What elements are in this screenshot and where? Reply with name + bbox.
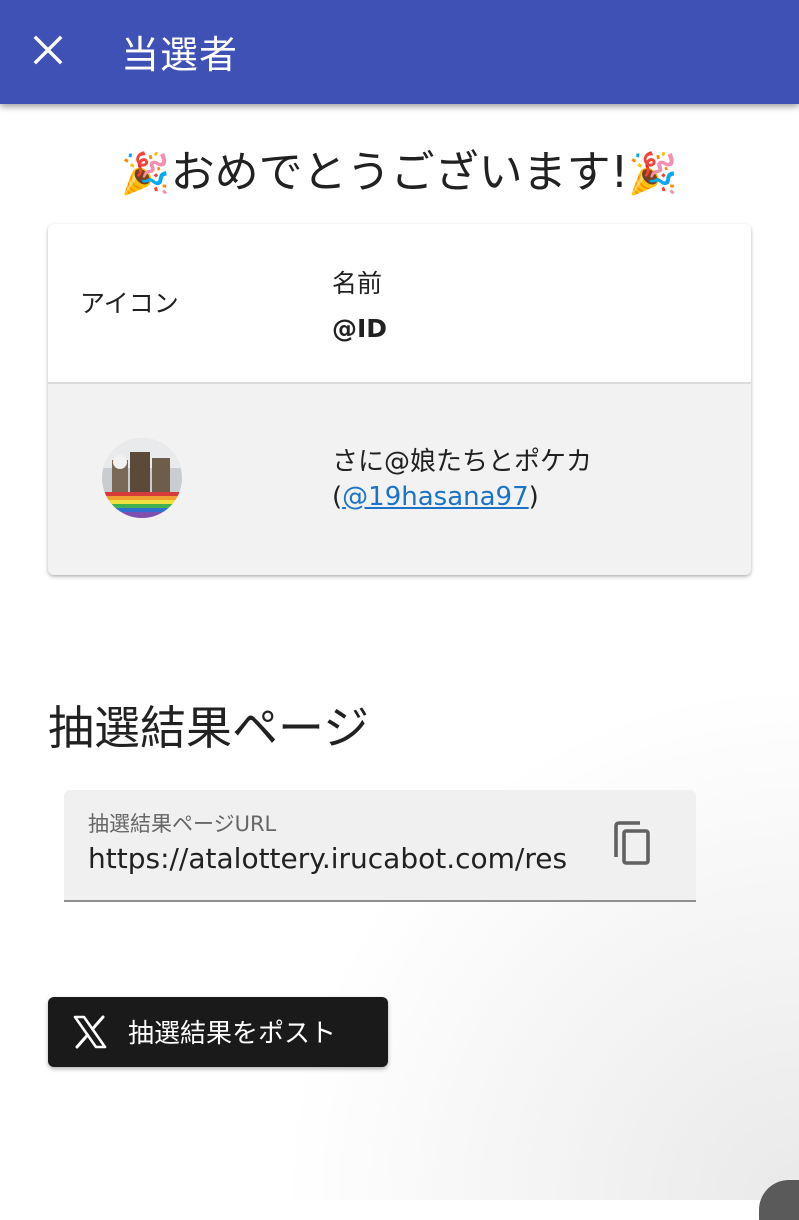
page-title: 当選者 xyxy=(121,33,239,77)
background-shade xyxy=(279,680,799,1200)
winner-id-link[interactable]: @19hasana97 xyxy=(342,482,528,512)
id-open-paren: ( xyxy=(332,482,343,512)
url-field-label: 抽選結果ページURL xyxy=(88,812,277,836)
close-button[interactable] xyxy=(20,22,76,78)
party-popper-icon: 🎉 xyxy=(120,151,171,197)
header-icon-column: アイコン xyxy=(80,289,179,318)
header-name-column: 名前 xyxy=(332,269,383,298)
result-url-field[interactable]: 抽選結果ページURL https://atalottery.irucabot.c… xyxy=(64,790,696,902)
app-bar: 当選者 xyxy=(0,0,799,104)
header-id-column: @ID xyxy=(332,314,388,343)
copy-button[interactable] xyxy=(608,818,656,870)
background-corner xyxy=(759,1180,799,1220)
post-button-label: 抽選結果をポスト xyxy=(128,1019,337,1049)
x-logo-icon xyxy=(73,1015,107,1049)
congrats-heading: 🎉おめでとうございます!🎉 xyxy=(0,140,799,207)
table-row: さに@娘たちとポケカ (@19hasana97) xyxy=(48,384,751,575)
post-result-button[interactable]: 抽選結果をポスト xyxy=(48,997,388,1067)
winner-name: さに@娘たちとポケカ xyxy=(332,447,593,477)
copy-icon xyxy=(614,821,650,865)
table-header: アイコン 名前 @ID xyxy=(48,224,751,384)
close-icon xyxy=(33,35,63,65)
party-popper-icon: 🎉 xyxy=(628,151,679,197)
winner-table: アイコン 名前 @ID さに@娘たちとポケカ (@19hasana97) xyxy=(48,224,751,575)
winner-id-line: (@19hasana97) xyxy=(332,482,539,512)
avatar-image xyxy=(102,438,182,518)
id-close-paren: ) xyxy=(528,482,539,512)
avatar xyxy=(102,438,182,518)
congrats-text: おめでとうございます! xyxy=(170,147,629,198)
url-field-value[interactable]: https://atalottery.irucabot.com/res xyxy=(88,842,578,875)
results-section-title: 抽選結果ページ xyxy=(48,701,370,755)
